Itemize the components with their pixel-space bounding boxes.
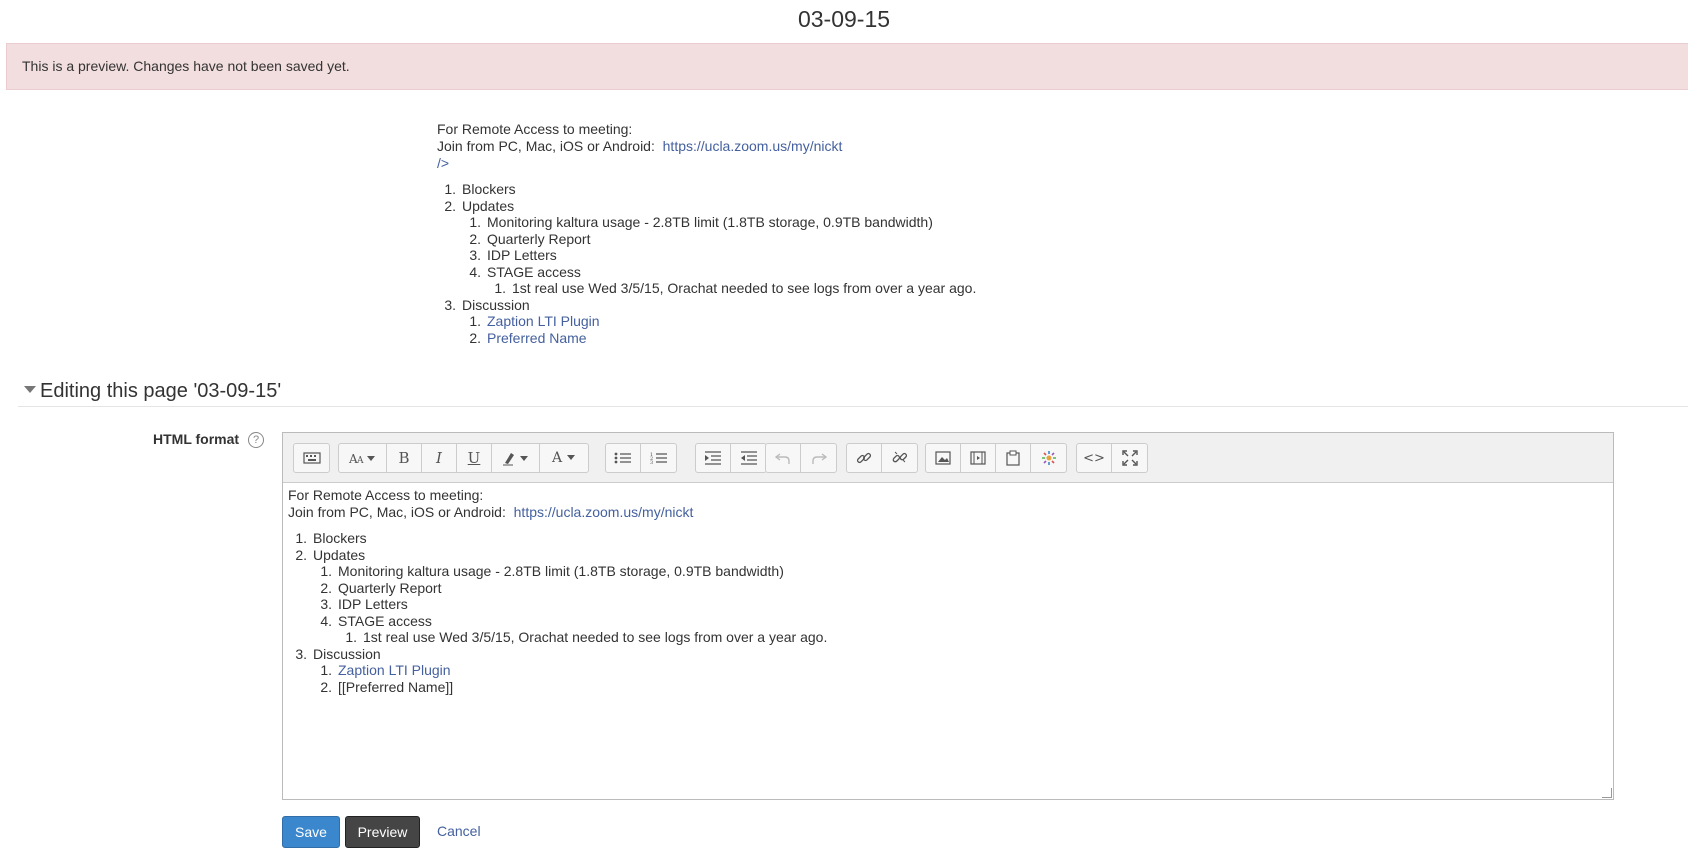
toolbar-group-view: <> (1076, 443, 1148, 473)
numbered-list-icon[interactable]: 123 (641, 444, 676, 472)
toolbar-group-toggle (293, 443, 330, 473)
toolbar-group-links (846, 443, 918, 473)
join-text: Join from PC, Mac, iOS or Android: (437, 138, 663, 154)
font-color-icon[interactable]: A (540, 444, 588, 472)
collapse-caret-icon[interactable] (24, 386, 36, 394)
preview-content: For Remote Access to meeting: Join from … (437, 121, 1237, 346)
preview-line-join: Join from PC, Mac, iOS or Android: https… (437, 138, 1237, 155)
outdent-icon[interactable] (731, 444, 766, 472)
editor-list: 1. Blockers 2. Updates 1. Monitoring kaltur… (288, 530, 1608, 695)
font-family-icon[interactable]: AA (339, 444, 387, 472)
preview-line-remote: For Remote Access to meeting: (437, 121, 633, 137)
zoom-link[interactable]: https://ucla.zoom.us/my/nickt (663, 138, 843, 154)
html-format-label: HTML format (153, 431, 240, 447)
preferred-name-link[interactable]: Preferred Name (487, 330, 587, 346)
list-item: 3. IDP Letters (469, 247, 557, 263)
italic-icon[interactable]: I (422, 444, 457, 472)
preview-list: 1. Blockers 2. Updates 1. Monitoring kaltur… (437, 181, 1237, 346)
font-color-glyph: A (551, 450, 563, 466)
list-item: 2. Quarterly Report (469, 230, 591, 247)
toolbar-group-indent (695, 443, 767, 473)
list-item: 1. Monitoring kaltura usage - 2.8TB limit… (320, 563, 784, 579)
zaption-link[interactable]: Zaption LTI Plugin (487, 313, 600, 329)
list-item: 3. Discussion 1. Zaption LTI Plugin 2. [[Pr… (288, 646, 1608, 696)
underline-icon[interactable]: U (457, 444, 492, 472)
list-item: 1. Zaption LTI Plugin (469, 313, 600, 329)
list-item: 2. Updates 1. Monitoring kaltura usage - 2… (288, 547, 1608, 646)
page-title: 03-09-15 (797, 6, 891, 32)
undo-icon[interactable] (766, 444, 801, 472)
list-item: 1. Blockers (444, 181, 516, 197)
editor-line-join: Join from PC, Mac, iOS or Android: https… (288, 504, 1608, 521)
html-editor[interactable]: AA B I U A 123 <> For Remote Access to m… (282, 432, 1614, 800)
list-item: 2. Quarterly Report (320, 579, 442, 596)
editor-zaption-link[interactable]: Zaption LTI Plugin (338, 662, 451, 678)
keyboard-icon[interactable] (294, 444, 329, 472)
toolbar-group-history (765, 443, 837, 473)
stray-tag-text: /> (437, 155, 450, 171)
highlight-icon[interactable] (492, 444, 540, 472)
unlink-icon[interactable] (882, 444, 917, 472)
toolbar-group-insert (925, 443, 1067, 473)
list-item: 2. Preferred Name (469, 329, 587, 346)
cancel-link[interactable]: Cancel (437, 823, 481, 839)
bullet-list-icon[interactable] (606, 444, 641, 472)
list-item: 3. IDP Letters (320, 596, 408, 612)
toolbar-group-format: AA B I U A (338, 443, 589, 473)
list-item: 1. 1st real use Wed 3/5/15, Orachat neede… (345, 629, 828, 645)
editor-zoom-link[interactable]: https://ucla.zoom.us/my/nickt (514, 504, 694, 520)
fullscreen-icon[interactable] (1112, 444, 1147, 472)
spellcheck-icon[interactable] (1031, 444, 1066, 472)
indent-icon[interactable] (696, 444, 731, 472)
editing-section-header[interactable]: Editing this page '03-09-15' (18, 380, 1688, 407)
list-item: 1. Blockers (295, 530, 367, 546)
list-item: 4. STAGE access 1. 1st real use Wed 3/5/15… (462, 264, 1237, 297)
editor-preferred-name: [[Preferred Name]] (338, 678, 454, 695)
svg-text:3: 3 (650, 460, 653, 465)
image-icon[interactable] (926, 444, 961, 472)
preview-alert: This is a preview. Changes have not been… (6, 43, 1688, 90)
editor-toolbar: AA B I U A 123 <> (283, 433, 1613, 483)
list-item: 1. Zaption LTI Plugin (320, 662, 451, 678)
save-button[interactable]: Save (282, 816, 340, 848)
editor-line-remote: For Remote Access to meeting: (288, 487, 484, 503)
list-item: 3. Discussion 1. Zaption LTI Plugin 2. Pref… (437, 297, 1237, 347)
editor-content-area[interactable]: For Remote Access to meeting: Join from … (283, 483, 1613, 699)
list-item: 2. [[Preferred Name]] (320, 678, 454, 695)
help-icon[interactable]: ? (248, 432, 264, 448)
paste-icon[interactable] (996, 444, 1031, 472)
redo-icon[interactable] (801, 444, 836, 472)
editor-join-text: Join from PC, Mac, iOS or Android: (288, 504, 514, 520)
media-icon[interactable] (961, 444, 996, 472)
link-icon[interactable] (847, 444, 882, 472)
editing-heading: Editing this page '03-09-15' (40, 380, 282, 402)
code-icon[interactable]: <> (1077, 444, 1112, 472)
preview-button[interactable]: Preview (345, 816, 420, 848)
list-item: 1. 1st real use Wed 3/5/15, Orachat neede… (494, 280, 977, 296)
svg-text:A: A (356, 456, 364, 465)
list-item: 1. Monitoring kaltura usage - 2.8TB limit… (469, 214, 933, 230)
toolbar-group-lists: 123 (605, 443, 677, 473)
resize-handle[interactable] (1602, 788, 1612, 798)
list-item: 2. Updates 1. Monitoring kaltura usage - 2… (437, 198, 1237, 297)
list-item: 4. STAGE access 1. 1st real use Wed 3/5/15… (313, 613, 1608, 646)
bold-icon[interactable]: B (387, 444, 422, 472)
